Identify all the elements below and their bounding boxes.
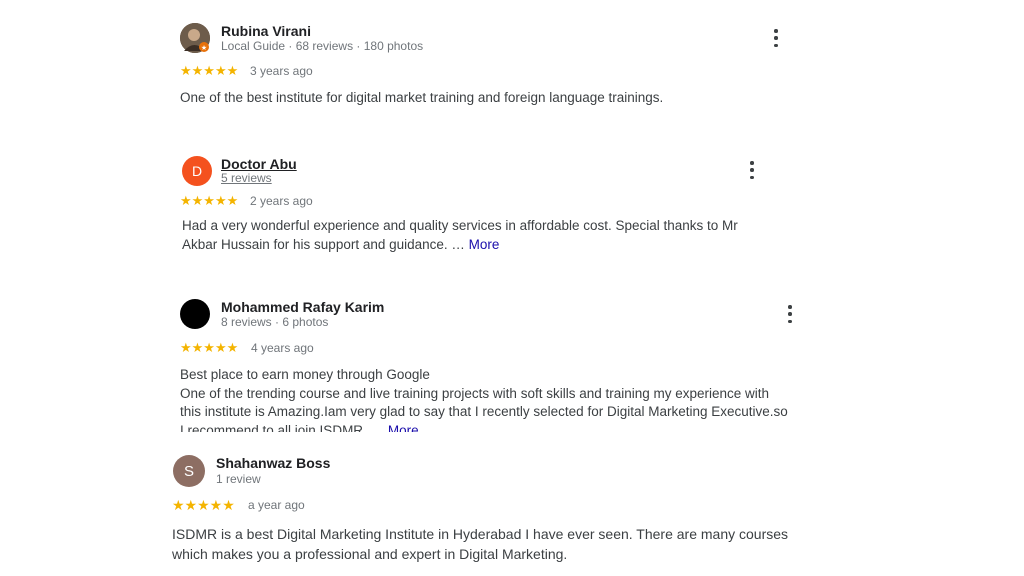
- reviewer-name[interactable]: Shahanwaz Boss: [216, 455, 330, 471]
- reviewer-meta[interactable]: 5 reviews: [221, 171, 272, 185]
- avatar-initial: D: [191, 163, 203, 179]
- more-options-icon[interactable]: [770, 29, 782, 47]
- more-link[interactable]: More: [469, 237, 500, 252]
- review-text-body: One of the trending course and live trai…: [180, 385, 788, 433]
- review-card: ★ Rubina Virani Local Guide · 68 reviews…: [0, 0, 1024, 120]
- reviewer-meta: 8 reviews · 6 photos: [221, 315, 329, 329]
- review-card: D Doctor Abu 5 reviews ★★★★★ 2 years ago…: [0, 140, 1024, 270]
- review-date: 4 years ago: [251, 341, 314, 355]
- review-text: ISDMR is a best Digital Marketing Instit…: [172, 526, 789, 562]
- more-link[interactable]: More: [388, 423, 419, 433]
- reviewer-name[interactable]: Doctor Abu: [221, 156, 297, 172]
- reviewer-name[interactable]: Rubina Virani: [221, 23, 311, 39]
- more-options-icon[interactable]: [784, 305, 796, 323]
- review-text-line: Best place to earn money through Google: [180, 367, 430, 382]
- review-text: Best place to earn money through Google …: [180, 366, 792, 432]
- review-card: S Shahanwaz Boss 1 review ★★★★★ a year a…: [0, 440, 1024, 576]
- review-card: Mohammed Rafay Karim 8 reviews · 6 photo…: [0, 280, 1024, 432]
- review-date: 3 years ago: [250, 64, 313, 78]
- avatar[interactable]: ★: [180, 23, 210, 53]
- star-rating: ★★★★★: [180, 340, 239, 355]
- svg-text:★: ★: [201, 44, 207, 52]
- avatar-initial: S: [183, 462, 194, 480]
- review-text-body: Had a very wonderful experience and qual…: [182, 218, 738, 252]
- star-rating: ★★★★★: [180, 63, 239, 78]
- review-text: Had a very wonderful experience and qual…: [182, 217, 742, 254]
- profile-photo-icon: ★: [180, 23, 210, 53]
- reviewer-name[interactable]: Mohammed Rafay Karim: [221, 299, 384, 315]
- review-date: a year ago: [248, 498, 305, 512]
- review-text: One of the best institute for digital ma…: [180, 90, 664, 105]
- star-rating: ★★★★★: [172, 497, 235, 513]
- avatar[interactable]: D: [182, 156, 212, 186]
- star-rating: ★★★★★: [180, 193, 239, 208]
- review-date: 2 years ago: [250, 194, 313, 208]
- reviewer-meta: 1 review: [216, 472, 261, 486]
- avatar[interactable]: S: [173, 455, 205, 487]
- avatar[interactable]: [180, 299, 210, 329]
- more-options-icon[interactable]: [746, 161, 758, 179]
- reviewer-meta: Local Guide · 68 reviews · 180 photos: [221, 39, 424, 53]
